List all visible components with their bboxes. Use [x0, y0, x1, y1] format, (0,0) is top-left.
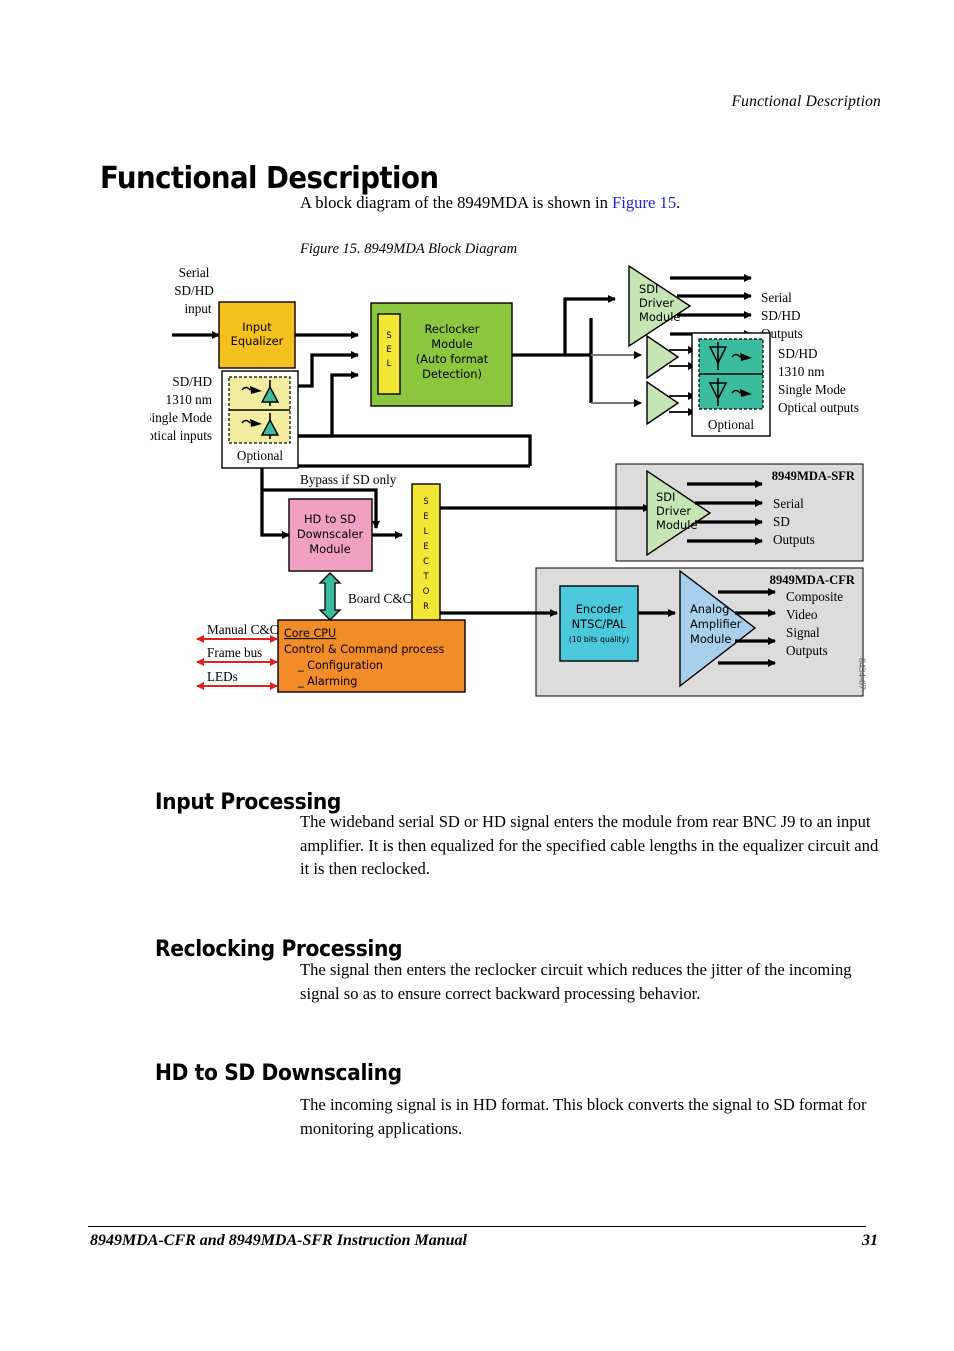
paragraph-input-processing: The wideband serial SD or HD signal ente…	[300, 812, 879, 878]
input-equalizer-line2: Equalizer	[231, 334, 284, 348]
frame-bus-label: Frame bus	[207, 645, 262, 660]
reclocker-line1: Reclocker	[425, 322, 480, 336]
figure-caption: Figure 15. 8949MDA Block Diagram	[300, 241, 518, 257]
selector-letter-e: E	[423, 511, 428, 521]
downscaler-line3: Module	[309, 542, 350, 556]
analog-amp-line3: Module	[690, 632, 731, 646]
optical-output-label-2: 1310 nm	[778, 364, 825, 379]
encoder-line2: NTSC/PAL	[572, 617, 627, 631]
sdi-driver-sfr-line1: SDI	[656, 490, 675, 504]
selector-letter-o: O	[423, 586, 430, 596]
core-cpu-title: Core CPU	[284, 627, 336, 640]
sdi-output-label-1: Serial	[761, 290, 792, 305]
optical-output-label-4: Optical outputs	[778, 400, 859, 415]
serial-input-label-1: Serial	[179, 265, 210, 280]
heading-hd-to-sd-downscaling: HD to SD Downscaling	[155, 1061, 402, 1087]
board-cc-label: Board C&C	[348, 591, 412, 606]
selector-letter-r: R	[423, 601, 429, 611]
cfr-output-label-1: Composite	[786, 589, 843, 604]
sdi-driver-top-line1: SDI	[639, 282, 658, 296]
cfr-output-label-4: Outputs	[786, 643, 828, 658]
sdi-driver-top-line3: Module	[639, 310, 680, 324]
cfr-output-label-2: Video	[786, 607, 818, 622]
footer-page-number: 31	[862, 1232, 878, 1249]
analog-amp-line2: Amplifier	[690, 617, 742, 631]
downscaler-line1: HD to SD	[304, 512, 356, 526]
leds-label: LEDs	[207, 669, 238, 684]
lead-text-pre: A block diagram of the 8949MDA is shown …	[300, 193, 613, 212]
selector-letter-c: C	[423, 556, 429, 566]
optical-input-label-1: SD/HD	[172, 374, 212, 389]
sfr-output-label-2: SD	[773, 514, 790, 529]
paragraph-hd-to-sd-downscaling: The incoming signal is in HD format. Thi…	[300, 1095, 867, 1138]
selector-letter-t: T	[422, 571, 429, 581]
lead-text-post: .	[676, 193, 681, 212]
selector-letter-s: S	[423, 496, 428, 506]
reclocker-line4: Detection)	[422, 367, 482, 381]
cfr-output-label-3: Signal	[786, 625, 820, 640]
sdi-output-label-2: SD/HD	[761, 308, 801, 323]
selector-letter-e2: E	[423, 541, 428, 551]
footer-manual-title: 8949MDA-CFR and 8949MDA-SFR Instruction …	[90, 1232, 467, 1249]
sel-strip	[377, 313, 401, 395]
sel-letter-l: L	[387, 358, 392, 368]
serial-input-label-2: SD/HD	[174, 283, 214, 298]
figure-id-code: 8434-07	[856, 658, 866, 690]
optional-output-label: Optional	[708, 417, 754, 432]
manual-cc-label: Manual C&C	[207, 622, 279, 637]
cfr-panel-title: 8949MDA-CFR	[770, 573, 856, 587]
serial-input-label-3: input	[184, 301, 211, 316]
sdi-driver-sfr-line3: Module	[656, 518, 697, 532]
input-equalizer-line1: Input	[242, 320, 272, 334]
block-diagram-figure: Input Equalizer Optional Serial SD/HD in…	[150, 258, 870, 720]
reclocker-line3: (Auto format	[416, 352, 489, 366]
sdi-driver-top-line2: Driver	[639, 296, 674, 310]
downscaler-line2: Downscaler	[297, 527, 364, 541]
optical-input-label-2: 1310 nm	[165, 392, 212, 407]
lead-paragraph: A block diagram of the 8949MDA is shown …	[300, 191, 883, 215]
optical-input-label-3: Single Mode	[150, 410, 212, 425]
sdi-driver-sfr-line2: Driver	[656, 504, 691, 518]
optical-output-label-1: SD/HD	[778, 346, 818, 361]
board-cc-double-arrow-icon	[318, 572, 342, 621]
bypass-label: Bypass if SD only	[300, 472, 397, 487]
encoder-line3: (10 bits quality)	[569, 635, 629, 644]
optical-fanout-triangle-2	[646, 380, 680, 426]
footer-divider	[88, 1226, 866, 1227]
running-head: Functional Description	[731, 93, 881, 110]
encoder-line1: Encoder	[576, 602, 623, 616]
optional-input-label: Optional	[237, 448, 283, 463]
sel-letter-e: E	[386, 344, 391, 354]
sfr-output-label-1: Serial	[773, 496, 804, 511]
core-cpu-line4: _ Alarming	[297, 675, 357, 688]
core-cpu-line3: _ Configuration	[297, 659, 383, 672]
reclocker-line2: Module	[431, 337, 472, 351]
paragraph-reclocking-processing: The signal then enters the reclocker cir…	[300, 960, 852, 1003]
analog-amp-line1: Analog	[690, 602, 729, 616]
sel-letter-s: S	[386, 330, 391, 340]
optical-fanout-triangle-1	[646, 334, 680, 380]
figure-15-link[interactable]: Figure 15	[612, 193, 676, 212]
optical-output-label-3: Single Mode	[778, 382, 846, 397]
sfr-output-label-3: Outputs	[773, 532, 815, 547]
core-cpu-line2: Control & Command process	[284, 643, 444, 656]
selector-letter-l: L	[424, 526, 429, 536]
optical-input-label-4: Optical inputs	[150, 428, 212, 443]
sfr-panel-title: 8949MDA-SFR	[772, 469, 856, 483]
document-page: Functional Description Functional Descri…	[0, 0, 954, 1351]
